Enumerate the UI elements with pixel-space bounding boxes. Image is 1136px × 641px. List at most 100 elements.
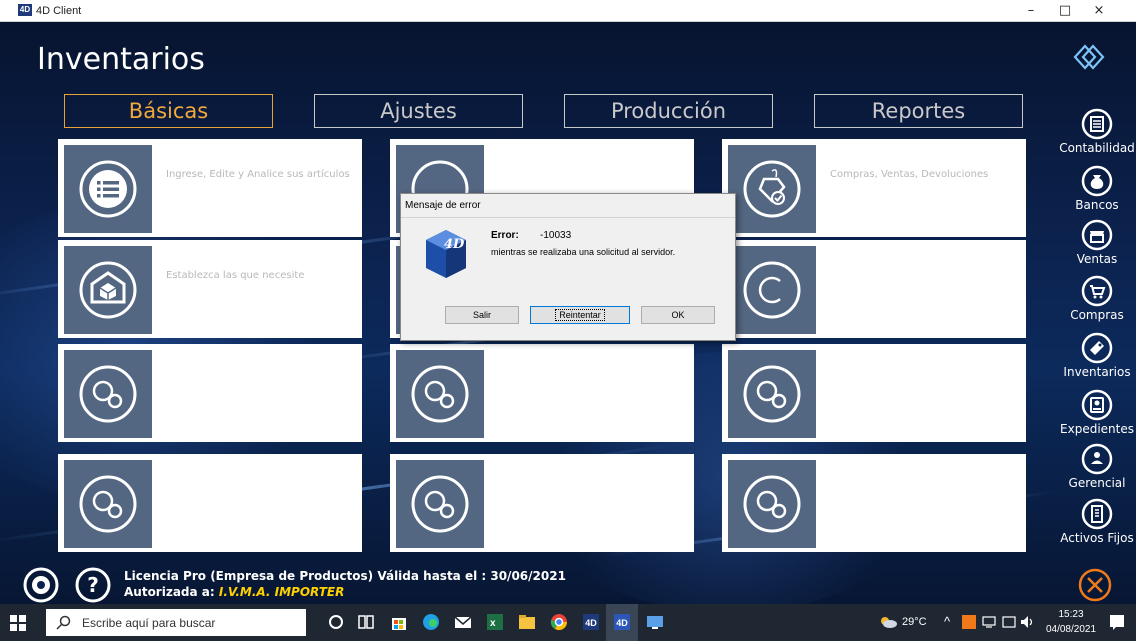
language-icon[interactable] <box>1002 615 1016 629</box>
task-view-icon[interactable] <box>355 611 377 633</box>
sidebar-item-label: Ventas <box>1076 252 1118 266</box>
4d-client-icon[interactable]: 4D <box>611 611 633 633</box>
svg-text:4D: 4D <box>585 618 597 628</box>
tile-icon-box <box>64 460 152 548</box>
svg-text:x: x <box>490 618 496 629</box>
tile-gears[interactable] <box>58 454 362 552</box>
tile-movimientos[interactable]: Compras, Ventas, Devoluciones <box>722 139 1026 237</box>
windows-start-icon[interactable] <box>10 615 26 631</box>
tile-description: Establezca las que necesite <box>166 270 305 281</box>
sidebar-item-label: Bancos <box>1075 198 1119 212</box>
weather-temperature[interactable]: 29°C <box>902 616 927 628</box>
volume-icon[interactable] <box>1020 615 1036 629</box>
edge-browser-icon[interactable] <box>420 611 442 633</box>
tile-almacenes[interactable]: Establezca las que necesite <box>58 240 362 338</box>
sidebar-item-label: Activos Fijos <box>1060 531 1134 545</box>
search-icon <box>56 615 71 630</box>
tag-icon <box>1081 332 1113 364</box>
sidebar-item-inventarios[interactable]: Inventarios <box>1058 332 1136 379</box>
sidebar-item-gerencial[interactable]: Gerencial <box>1058 443 1136 490</box>
minimize-button[interactable]: – <box>1014 2 1048 20</box>
window-title-bar: 4D 4D Client – □ × <box>0 0 1136 22</box>
weather-cloud-icon[interactable] <box>878 613 898 631</box>
ledger-icon <box>1081 108 1113 140</box>
store-bag-icon[interactable] <box>388 611 410 633</box>
gears-icon <box>79 365 137 423</box>
sidebar-item-ventas[interactable]: Ventas <box>1058 219 1136 266</box>
4d-cube-icon: 4D <box>426 230 466 278</box>
gears-icon <box>743 365 801 423</box>
window-title: 4D Client <box>36 5 82 17</box>
tile-gears[interactable] <box>390 344 694 442</box>
tile-copyright[interactable] <box>722 240 1026 338</box>
tile-gears[interactable] <box>58 344 362 442</box>
search-placeholder: Escribe aquí para buscar <box>82 616 216 630</box>
file-explorer-icon[interactable] <box>516 611 538 633</box>
error-message: mientras se realizaba una solicitud al s… <box>491 247 676 257</box>
tile-gears[interactable] <box>722 344 1026 442</box>
sidebar-item-expedientes[interactable]: Expedientes <box>1058 389 1136 436</box>
svg-text:4D: 4D <box>616 618 628 628</box>
gears-icon <box>411 365 469 423</box>
gears-icon <box>743 475 801 533</box>
cortana-icon[interactable] <box>325 611 347 633</box>
tile-articulos[interactable]: Ingrese, Edite y Analice sus artículos <box>58 139 362 237</box>
tile-icon-box <box>728 350 816 438</box>
money-bag-icon <box>1081 165 1113 197</box>
notifications-icon[interactable] <box>1108 613 1126 631</box>
sidebar-item-compras[interactable]: Compras <box>1058 275 1136 322</box>
retry-button[interactable]: Reintentar <box>530 306 630 324</box>
tray-app-icon[interactable] <box>962 615 976 629</box>
retry-button-label: Reintentar <box>555 309 605 321</box>
cart-icon <box>1081 275 1113 307</box>
tile-gears[interactable] <box>722 454 1026 552</box>
tile-icon-box <box>728 460 816 548</box>
mail-icon[interactable] <box>452 611 474 633</box>
tile-description: Compras, Ventas, Devoluciones <box>830 169 989 180</box>
help-icon[interactable]: ? <box>74 566 112 604</box>
sidebar-item-activos-fijos[interactable]: Activos Fijos <box>1058 498 1136 545</box>
tile-gears[interactable] <box>390 454 694 552</box>
maximize-button[interactable]: □ <box>1048 2 1082 20</box>
close-window-button[interactable]: × <box>1082 2 1116 20</box>
authorized-company: I.V.M.A. IMPORTER <box>218 585 345 599</box>
sidebar-item-bancos[interactable]: Bancos <box>1058 165 1136 212</box>
authorized-label: Autorizada a: <box>124 585 215 599</box>
settings-gear-icon[interactable] <box>22 566 60 604</box>
tile-icon-box <box>728 145 816 233</box>
error-label: Error: <box>491 230 519 241</box>
tile-icon-box <box>64 350 152 438</box>
app-main-area: Inventarios Básicas Ajustes Producción R… <box>0 22 1136 604</box>
remote-desktop-icon[interactable] <box>644 611 666 633</box>
tab-reportes[interactable]: Reportes <box>814 94 1023 128</box>
taskbar-clock[interactable]: 15:23 04/08/2021 <box>1044 607 1098 637</box>
error-code: -10033 <box>540 230 572 241</box>
tile-description: Ingrese, Edite y Analice sus artículos <box>166 169 350 180</box>
sidebar-item-label: Inventarios <box>1063 365 1131 379</box>
sidebar-item-label: Gerencial <box>1068 476 1126 490</box>
4d-app-icon[interactable]: 4D <box>580 611 602 633</box>
list-icon <box>79 160 137 218</box>
chrome-icon[interactable] <box>548 611 570 633</box>
building-icon <box>1081 498 1113 530</box>
tag-check-icon <box>743 160 801 218</box>
quit-button[interactable]: Salir <box>445 306 519 324</box>
dialog-title: Mensaje de error <box>405 200 481 211</box>
tab-ajustes[interactable]: Ajustes <box>314 94 523 128</box>
chevron-up-icon[interactable]: ^ <box>944 614 950 629</box>
exit-x-icon[interactable] <box>1077 567 1113 603</box>
id-card-icon <box>1081 389 1113 421</box>
gears-icon <box>79 475 137 533</box>
license-info: Licencia Pro (Empresa de Productos) Váli… <box>124 568 566 600</box>
sidebar-item-contabilidad[interactable]: Contabilidad <box>1058 108 1136 155</box>
license-line: Licencia Pro (Empresa de Productos) Váli… <box>124 569 566 583</box>
tab-produccion[interactable]: Producción <box>564 94 773 128</box>
tab-basicas[interactable]: Básicas <box>64 94 273 128</box>
excel-icon[interactable]: x <box>484 611 506 633</box>
gears-icon <box>411 475 469 533</box>
taskbar-search-box[interactable]: Escribe aquí para buscar <box>46 609 306 636</box>
network-icon[interactable] <box>982 615 996 629</box>
ok-button[interactable]: OK <box>641 306 715 324</box>
dialog-separator <box>401 217 735 218</box>
svg-text:?: ? <box>87 573 99 597</box>
